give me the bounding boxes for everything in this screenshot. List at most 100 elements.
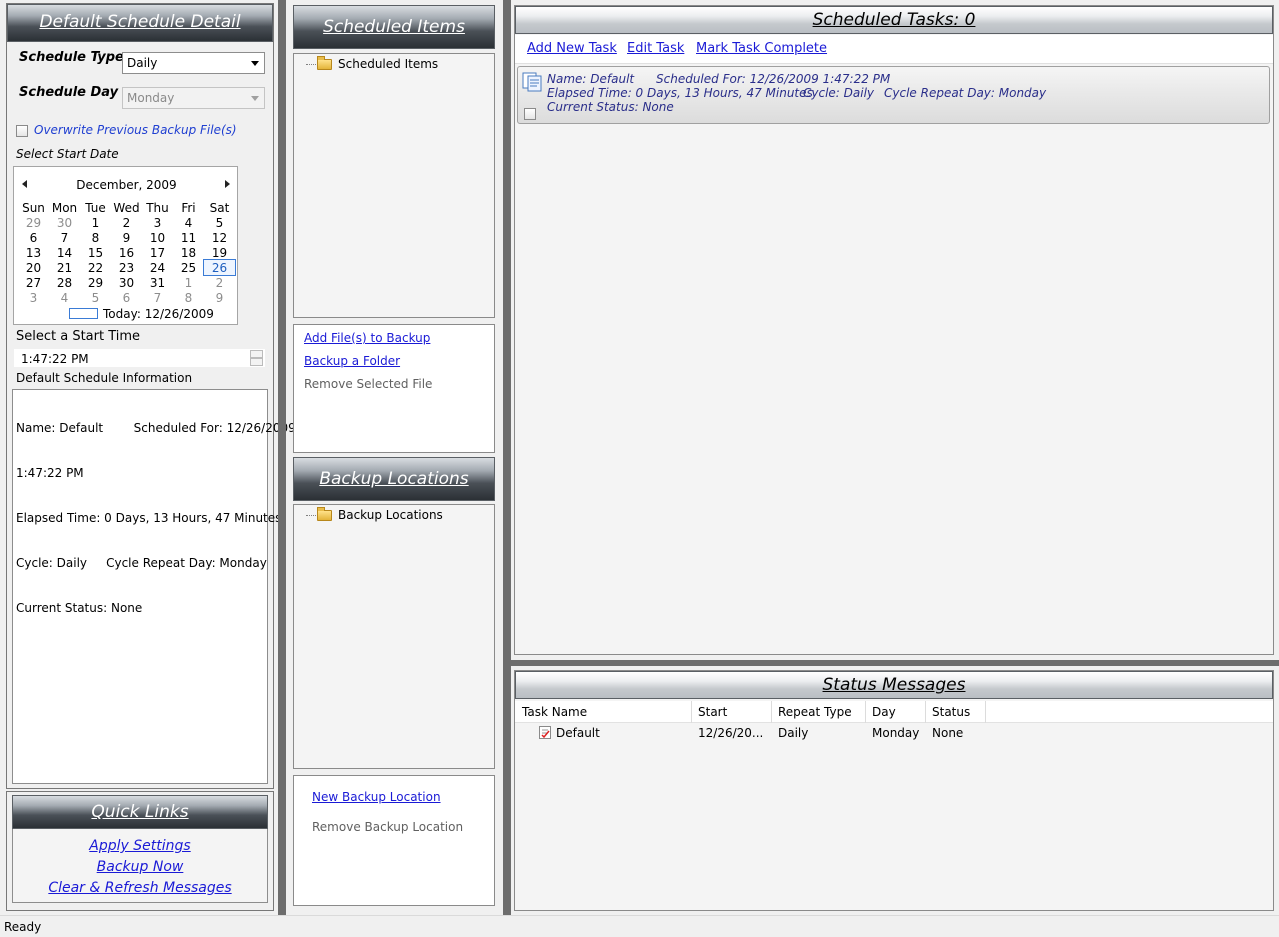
calendar-day[interactable]: 25 [173, 260, 204, 275]
calendar-day[interactable]: 19 [204, 245, 235, 260]
schedule-type-select[interactable]: Daily [122, 52, 265, 74]
calendar-day[interactable]: 11 [173, 230, 204, 245]
calendar-day[interactable]: 29 [80, 275, 111, 290]
calendar-day[interactable]: 30 [111, 275, 142, 290]
calendar-day-selected[interactable]: 26 [203, 259, 236, 276]
calendar-day[interactable]: 18 [173, 245, 204, 260]
calendar-day[interactable]: 10 [142, 230, 173, 245]
calendar-day[interactable]: 28 [49, 275, 80, 290]
spinner-up-icon[interactable] [250, 350, 263, 358]
scheduled-items-root-node[interactable]: Scheduled Items [338, 57, 438, 71]
backup-folder-link[interactable]: Backup a Folder [304, 354, 400, 368]
calendar-day[interactable]: 16 [111, 245, 142, 260]
calendar-day[interactable]: 8 [173, 290, 204, 305]
task-status: Current Status: None [547, 100, 674, 114]
apply-settings-link[interactable]: Apply Settings [89, 838, 190, 854]
calendar-day[interactable]: 2 [204, 275, 235, 290]
status-bar-text: Ready [4, 920, 42, 934]
calendar-day[interactable]: 14 [49, 245, 80, 260]
calendar-day[interactable]: 9 [204, 290, 235, 305]
calendar-day[interactable]: 20 [18, 260, 49, 275]
calendar-day[interactable]: 17 [142, 245, 173, 260]
remove-selected-file-link[interactable]: Remove Selected File [304, 377, 432, 391]
task-cycle: Cycle: Daily [803, 86, 875, 100]
calendar-day[interactable]: 9 [111, 230, 142, 245]
status-messages-header: Status Messages [515, 671, 1273, 699]
calendar-day[interactable]: 2 [111, 215, 142, 230]
task-card[interactable]: Name: Default Scheduled For: 12/26/2009 … [517, 66, 1270, 124]
column-repeat-type[interactable]: Repeat Type [778, 705, 852, 719]
weekday-label: Fri [181, 200, 196, 215]
location-actions-panel: New Backup Location Remove Backup Locati… [293, 775, 495, 906]
calendar-day[interactable]: 7 [49, 230, 80, 245]
calendar-day[interactable]: 29 [18, 215, 49, 230]
document-icon [522, 72, 544, 92]
task-complete-checkbox[interactable] [524, 108, 536, 120]
mark-task-complete-link[interactable]: Mark Task Complete [696, 41, 827, 56]
calendar-day[interactable]: 27 [18, 275, 49, 290]
calendar-day[interactable]: 6 [111, 290, 142, 305]
middle-splitter[interactable] [503, 0, 511, 915]
calendar-day[interactable]: 31 [142, 275, 173, 290]
edit-task-link[interactable]: Edit Task [627, 41, 684, 56]
column-task-name[interactable]: Task Name [522, 705, 587, 719]
calendar-day[interactable]: 13 [18, 245, 49, 260]
calendar-day[interactable]: 3 [142, 215, 173, 230]
chevron-down-icon [251, 61, 259, 66]
schedule-info-label: Default Schedule Information [16, 371, 193, 385]
today-marker-box[interactable] [69, 308, 98, 319]
scheduled-items-tree[interactable]: Scheduled Items [293, 53, 495, 318]
add-files-link[interactable]: Add File(s) to Backup [304, 331, 430, 345]
scheduled-tasks-title: Scheduled Tasks: 0 [812, 10, 976, 30]
backup-locations-tree[interactable]: Backup Locations [293, 504, 495, 769]
column-status[interactable]: Status [932, 705, 970, 719]
info-line: Name: Default Scheduled For: 12/26/2009 [16, 421, 296, 435]
row-status: None [932, 726, 964, 740]
remove-backup-location-link[interactable]: Remove Backup Location [312, 820, 463, 834]
calendar-day[interactable]: 30 [49, 215, 80, 230]
column-start[interactable]: Start [698, 705, 727, 719]
calendar-weekday-row: Sun Mon Tue Wed Thu Fri Sat [18, 200, 235, 215]
calendar-month-label: December, 2009 [76, 178, 177, 192]
right-splitter[interactable] [508, 660, 1279, 666]
schedule-day-label: Schedule Day [19, 85, 119, 100]
table-row[interactable]: Default 12/26/20... Daily Monday None [515, 724, 1273, 743]
calendar-day[interactable]: 22 [80, 260, 111, 275]
calendar-day[interactable]: 4 [173, 215, 204, 230]
calendar-day[interactable]: 24 [142, 260, 173, 275]
folder-icon [317, 507, 332, 521]
status-messages-title: Status Messages [822, 675, 966, 695]
calendar-day[interactable]: 7 [142, 290, 173, 305]
start-time-picker[interactable]: 1:47:22 PM [13, 348, 266, 368]
task-actions-bar: Add New Task Edit Task Mark Task Complet… [515, 35, 1273, 64]
add-new-task-link[interactable]: Add New Task [527, 41, 617, 56]
calendar-day[interactable]: 21 [49, 260, 80, 275]
calendar-day[interactable]: 6 [18, 230, 49, 245]
calendar-day[interactable]: 5 [204, 215, 235, 230]
row-task-name: Default [556, 726, 600, 740]
calendar-day[interactable]: 1 [80, 215, 111, 230]
clear-refresh-messages-link[interactable]: Clear & Refresh Messages [48, 880, 231, 896]
column-day[interactable]: Day [872, 705, 896, 719]
spinner-down-icon[interactable] [250, 358, 263, 366]
backup-now-link[interactable]: Backup Now [97, 859, 184, 875]
today-label[interactable]: Today: 12/26/2009 [103, 307, 214, 321]
calendar-day[interactable]: 1 [173, 275, 204, 290]
weekday-label: Sun [22, 200, 45, 215]
left-splitter[interactable] [278, 0, 286, 915]
schedule-detail-header: Default Schedule Detail [7, 4, 273, 42]
calendar-day[interactable]: 3 [18, 290, 49, 305]
calendar-day[interactable]: 23 [111, 260, 142, 275]
select-start-date-label: Select Start Date [16, 147, 119, 161]
backup-locations-title: Backup Locations [319, 469, 469, 489]
schedule-day-select[interactable]: Monday [122, 87, 265, 109]
new-backup-location-link[interactable]: New Backup Location [312, 790, 441, 804]
calendar-day[interactable]: 4 [49, 290, 80, 305]
calendar-day[interactable]: 5 [80, 290, 111, 305]
overwrite-checkbox[interactable] [16, 125, 28, 137]
calendar-day[interactable]: 12 [204, 230, 235, 245]
backup-locations-root-node[interactable]: Backup Locations [338, 508, 443, 522]
next-month-icon[interactable] [225, 180, 230, 188]
calendar-day[interactable]: 15 [80, 245, 111, 260]
calendar-day[interactable]: 8 [80, 230, 111, 245]
